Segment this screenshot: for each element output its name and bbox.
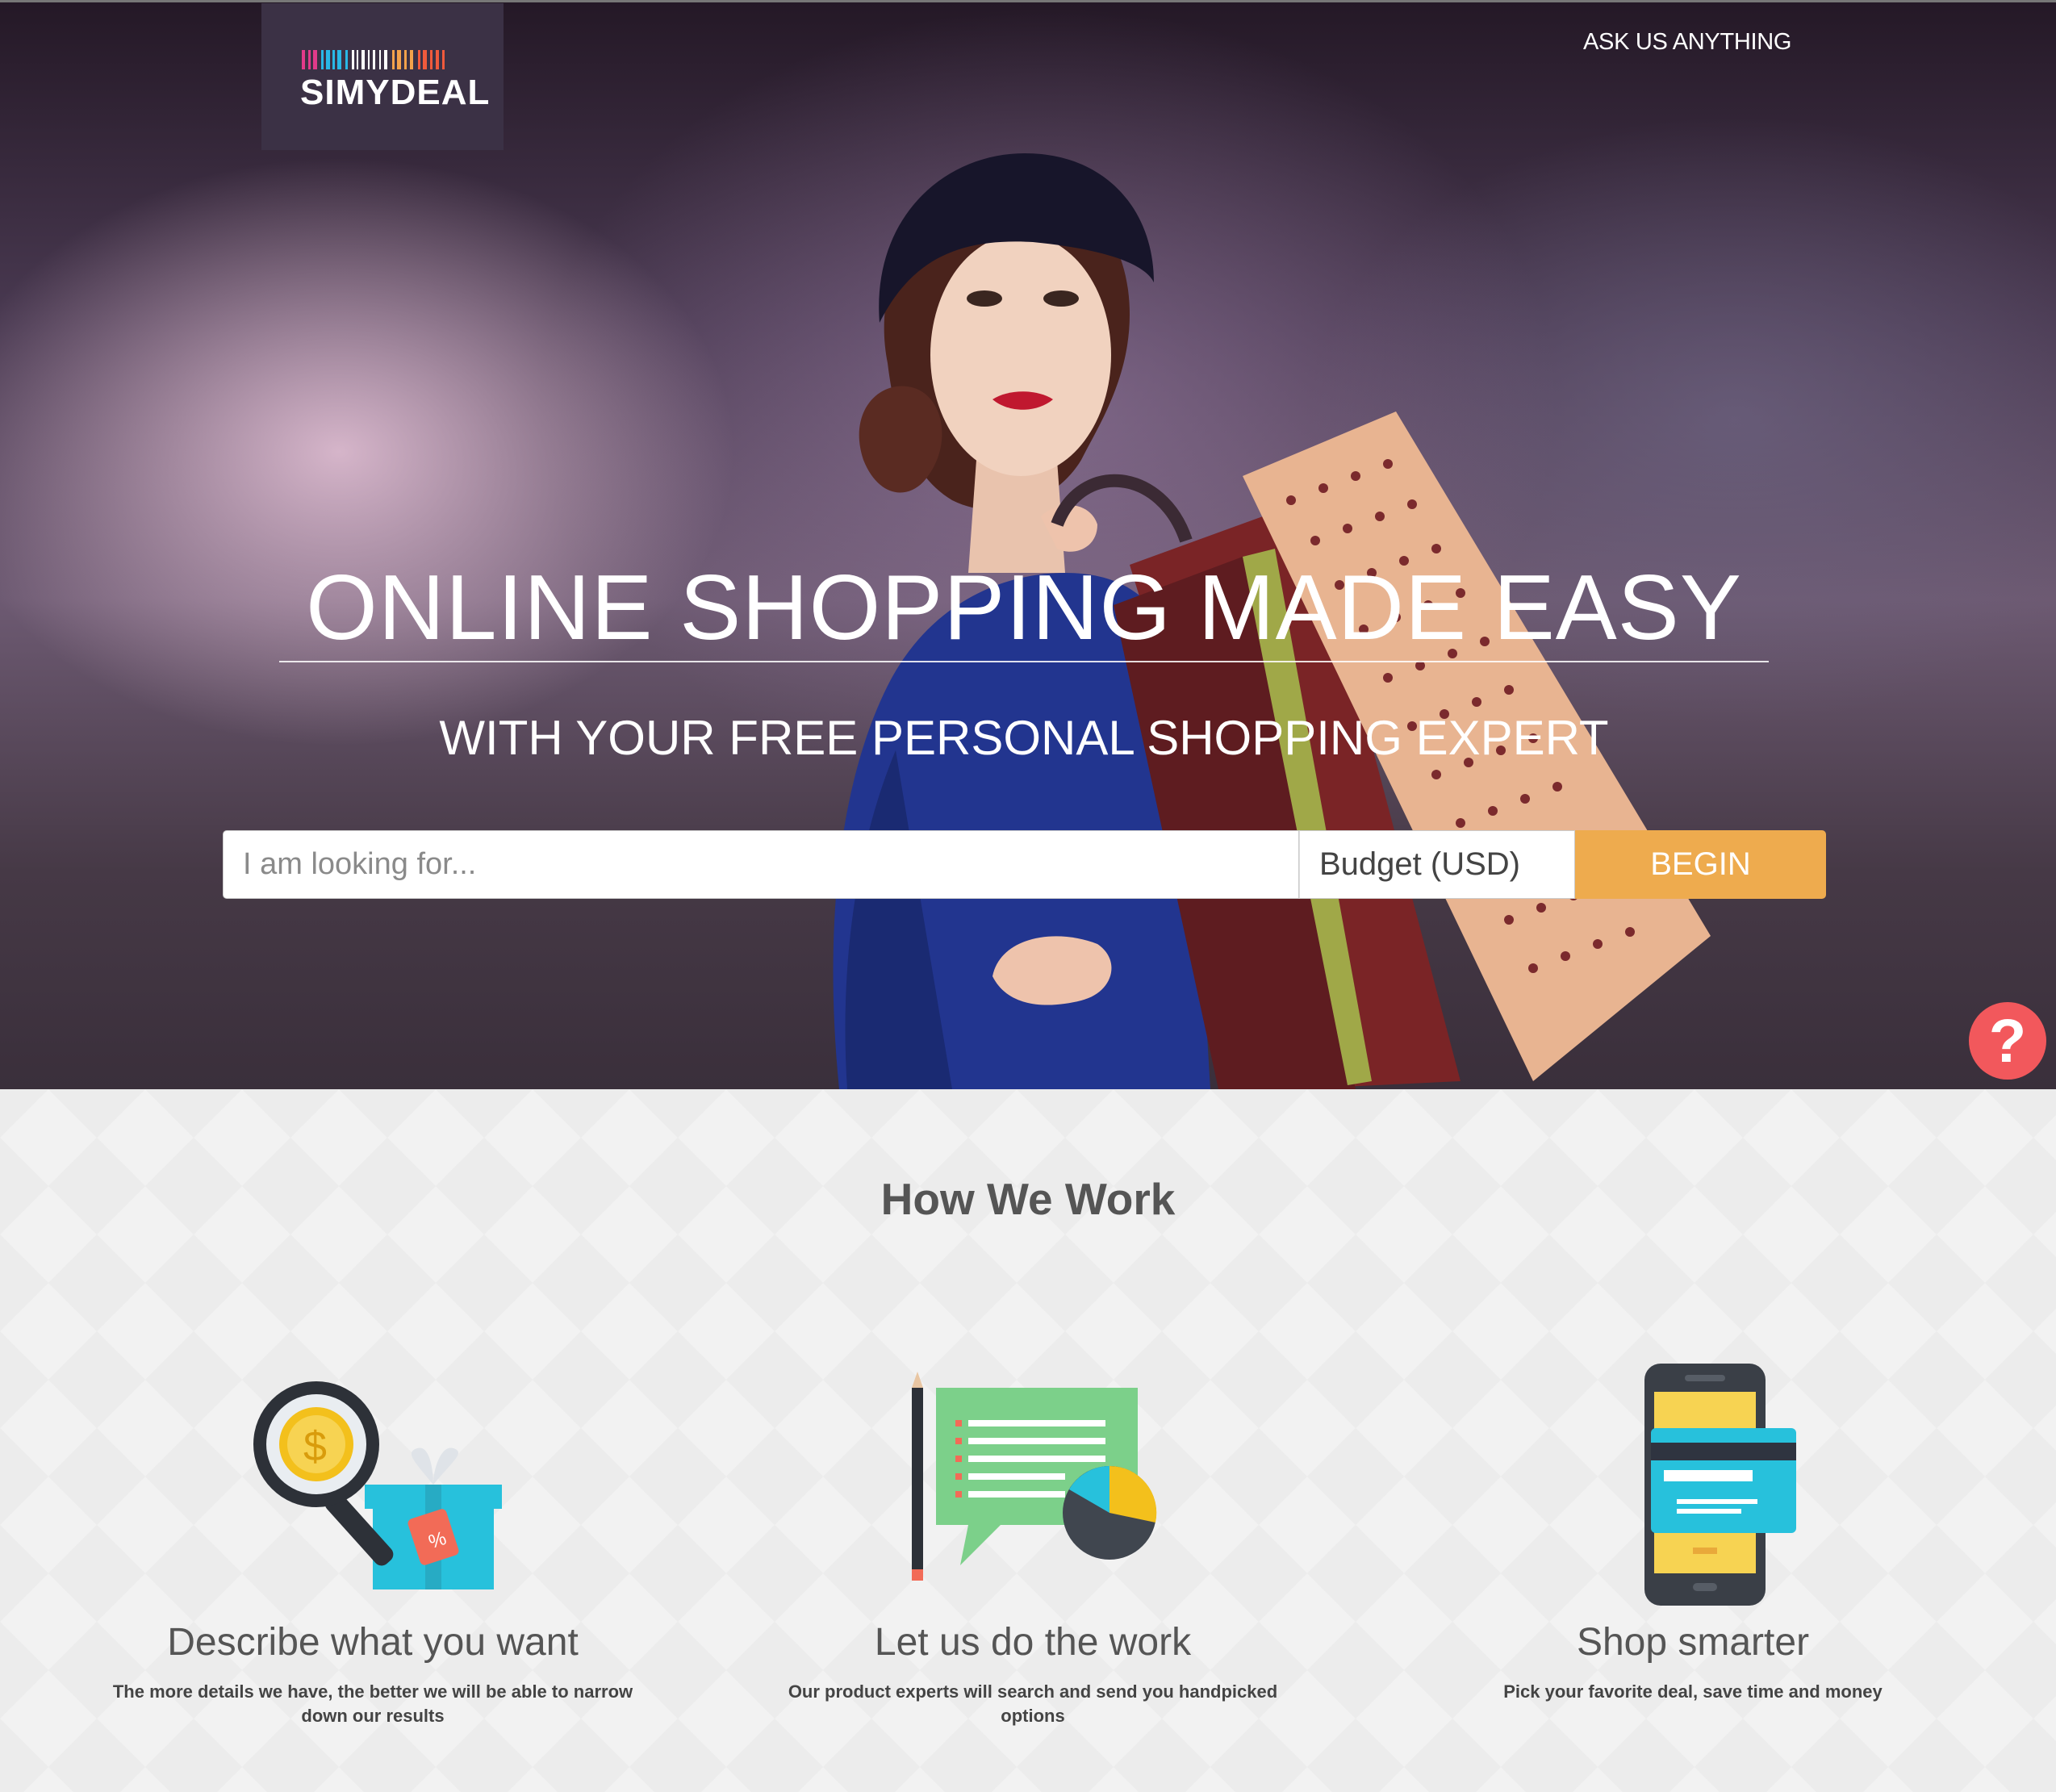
help-button[interactable]: ? — [1969, 1002, 2046, 1080]
chat-report-icon — [912, 1372, 1157, 1581]
section-title: How We Work — [880, 1174, 1176, 1224]
step-work: Let us do the work Our product experts w… — [702, 1364, 1364, 1726]
begin-button[interactable]: BEGIN — [1575, 830, 1826, 899]
step-title: Let us do the work — [874, 1621, 1192, 1664]
how-we-work-section: How We Work % $ Describe what you want T… — [0, 1089, 2056, 1792]
magnifier-gift-icon: % $ — [253, 1381, 502, 1589]
hero-subheadline: WITH YOUR FREE PERSONAL SHOPPING EXPERT — [439, 711, 1609, 765]
step-description: Our product experts will search and send… — [788, 1681, 1278, 1726]
top-border — [0, 0, 2056, 2]
step-title: Shop smarter — [1576, 1621, 1810, 1664]
step-description: Pick your favorite deal, save time and m… — [1503, 1681, 1883, 1702]
hero-headline: ONLINE SHOPPING MADE EASY — [306, 557, 1742, 659]
search-form: BEGIN — [223, 830, 1826, 899]
phone-card-icon — [1644, 1364, 1796, 1606]
headline-divider — [279, 661, 1769, 662]
question-mark-icon: ? — [1988, 1006, 2027, 1076]
ask-us-link[interactable]: ASK US ANYTHING — [1583, 29, 1791, 56]
barcode-icon — [302, 50, 445, 69]
logo[interactable]: SIMYDEAL — [261, 3, 504, 150]
logo-text: SIMYDEAL — [300, 73, 491, 112]
budget-input[interactable] — [1299, 830, 1575, 899]
step-describe: % $ Describe what you want The more deta… — [42, 1364, 704, 1726]
step-shop: Shop smarter Pick your favorite deal, sa… — [1362, 1364, 2024, 1702]
search-input[interactable] — [223, 830, 1299, 899]
step-title: Describe what you want — [167, 1621, 579, 1664]
hero-banner: SIMYDEAL ASK US ANYTHING ONLINE SHOPPING… — [0, 0, 2056, 1089]
step-description: The more details we have, the better we … — [112, 1681, 633, 1726]
svg-text:$: $ — [303, 1423, 327, 1470]
